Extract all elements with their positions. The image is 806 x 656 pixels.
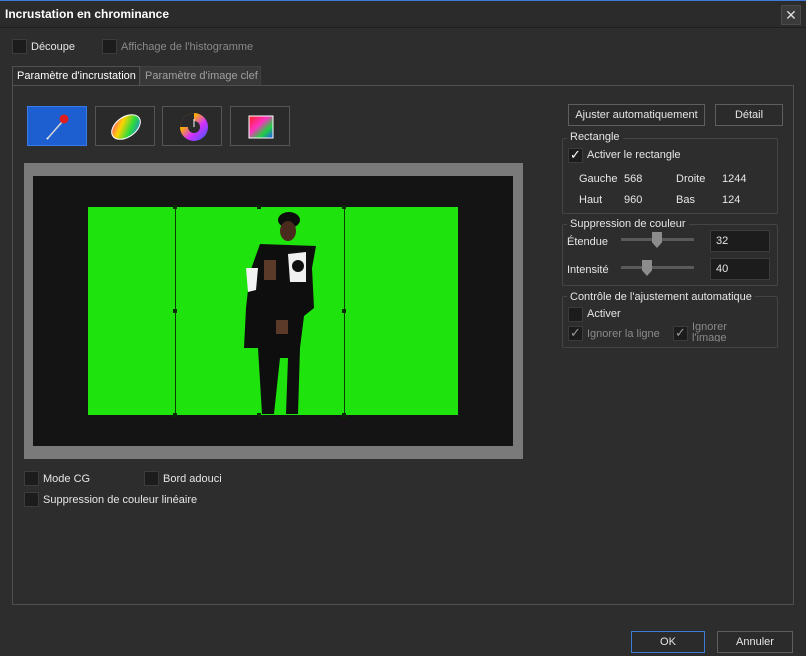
crop-handle[interactable] xyxy=(173,309,177,313)
color-square-icon xyxy=(248,115,274,139)
cg-mode-checkbox[interactable] xyxy=(24,471,39,486)
detail-button[interactable]: Détail xyxy=(715,104,783,126)
enable-rectangle-checkbox[interactable] xyxy=(568,147,583,163)
cg-mode-label: Mode CG xyxy=(43,473,91,485)
top-value: 960 xyxy=(624,194,643,206)
person-figure xyxy=(244,212,316,414)
bottom-label: Bas xyxy=(676,194,695,206)
auto-enable-checkbox[interactable] xyxy=(568,307,583,322)
crop-handle[interactable] xyxy=(342,413,346,417)
soft-edge-label: Bord adouci xyxy=(163,473,222,485)
left-value: 568 xyxy=(624,173,643,185)
ok-button[interactable]: OK xyxy=(631,631,705,653)
histogram-checkbox[interactable] xyxy=(102,39,117,54)
ignore-line-checkbox[interactable] xyxy=(568,325,583,341)
color-suppression-title: Suppression de couleur xyxy=(567,218,689,230)
range-input[interactable]: 32 xyxy=(710,230,770,252)
top-label: Haut xyxy=(579,194,603,206)
auto-adjust-button[interactable]: Ajuster automatiquement xyxy=(568,104,705,126)
color-square-tool-button[interactable] xyxy=(230,106,290,146)
linear-suppression-checkbox[interactable] xyxy=(24,492,39,507)
left-label: Gauche xyxy=(579,173,618,185)
range-label: Étendue xyxy=(567,236,608,248)
decoupe-label: Découpe xyxy=(31,41,76,53)
auto-control-group xyxy=(562,296,778,348)
color-ellipse-icon xyxy=(111,114,141,140)
close-icon: ✕ xyxy=(785,7,797,23)
color-ellipse-tool-button[interactable] xyxy=(95,106,155,146)
decoupe-checkbox[interactable] xyxy=(12,39,27,54)
intensity-slider-track[interactable] xyxy=(621,266,694,269)
title-bar: Incrustation en chrominance ✕ xyxy=(0,0,806,28)
rectangle-group-title: Rectangle xyxy=(567,131,623,143)
auto-enable-label: Activer xyxy=(587,308,621,320)
ignore-image-checkbox[interactable] xyxy=(673,325,688,341)
intensity-label: Intensité xyxy=(567,264,609,276)
crop-handle[interactable] xyxy=(173,413,177,417)
crop-handle[interactable] xyxy=(342,309,346,313)
soft-edge-checkbox[interactable] xyxy=(144,471,159,486)
tab-keying-params[interactable]: Paramètre d'incrustation xyxy=(12,66,140,86)
ignore-image-label: Ignorer l'image xyxy=(692,322,727,342)
close-button[interactable]: ✕ xyxy=(781,5,801,25)
cancel-button[interactable]: Annuler xyxy=(717,631,793,653)
intensity-input[interactable]: 40 xyxy=(710,258,770,280)
window-title: Incrustation en chrominance xyxy=(5,7,170,21)
histogram-label: Affichage de l'histogramme xyxy=(121,41,254,53)
crop-handle[interactable] xyxy=(342,205,346,209)
color-wheel-icon xyxy=(180,113,208,141)
enable-rectangle-label: Activer le rectangle xyxy=(587,149,681,161)
ignore-line-label: Ignorer la ligne xyxy=(587,328,660,340)
auto-control-title: Contrôle de l'ajustement automatique xyxy=(567,291,755,303)
right-label: Droite xyxy=(676,173,706,185)
tab-keyframe-params[interactable]: Paramètre d'image clef xyxy=(140,66,261,86)
color-wheel-tool-button[interactable] xyxy=(162,106,222,146)
right-value: 1244 xyxy=(722,173,747,185)
crop-handle[interactable] xyxy=(173,205,177,209)
bottom-value: 124 xyxy=(722,194,741,206)
eyedropper-tool-button[interactable] xyxy=(27,106,87,146)
linear-suppression-label: Suppression de couleur linéaire xyxy=(43,494,198,506)
eyedropper-icon xyxy=(46,114,69,140)
